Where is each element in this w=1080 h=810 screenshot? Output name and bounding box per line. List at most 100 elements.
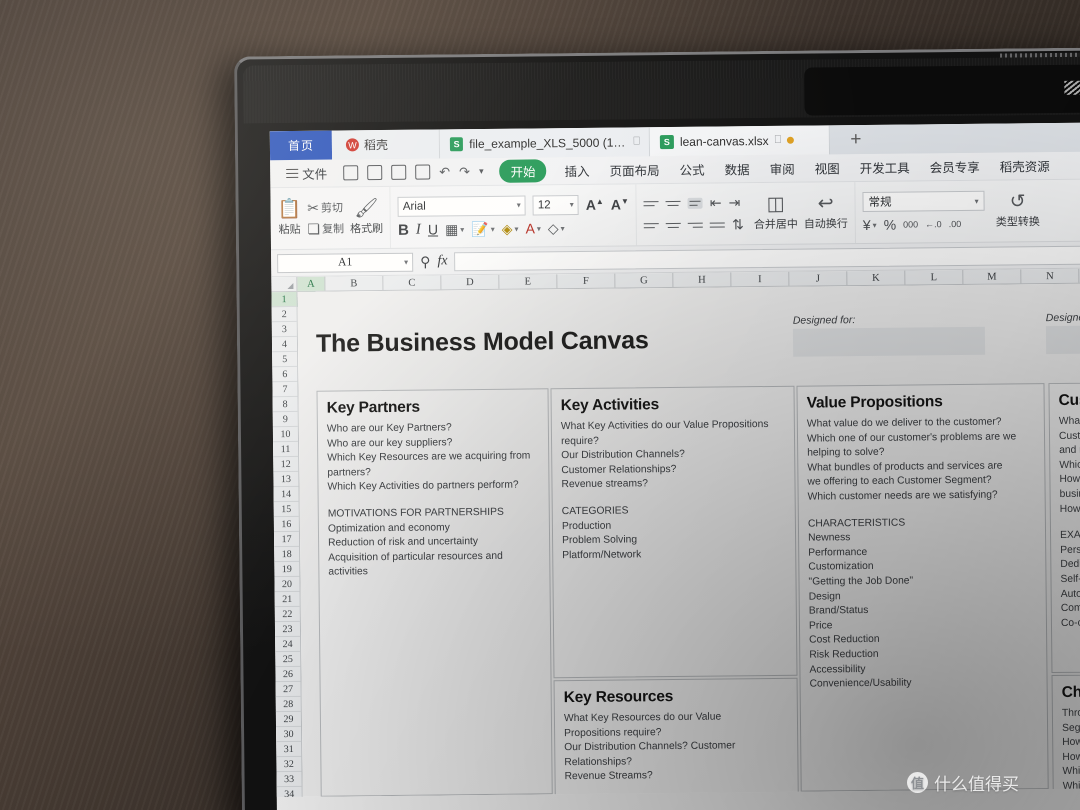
row-header-19[interactable]: 19 xyxy=(274,561,300,578)
font-color-icon[interactable]: A ▾ xyxy=(525,220,541,236)
file-menu-button[interactable]: 文件 xyxy=(278,164,335,184)
column-header-d[interactable]: D xyxy=(441,274,500,290)
row-header-10[interactable]: 10 xyxy=(272,426,299,443)
row-header-18[interactable]: 18 xyxy=(274,546,300,563)
tab-start[interactable]: 开始 xyxy=(499,159,547,183)
new-tab-button[interactable]: + xyxy=(829,124,883,155)
redo-icon[interactable]: ↷ xyxy=(459,164,470,180)
borders-icon[interactable]: ▦ ▾ xyxy=(445,221,464,238)
wrap-text-button[interactable]: ↩ 自动换行 xyxy=(804,193,848,231)
column-header-b[interactable]: B xyxy=(325,276,384,291)
increase-font-size-button[interactable]: A▲ xyxy=(586,196,604,212)
designed-by-input[interactable] xyxy=(1045,325,1080,355)
designed-for-input[interactable] xyxy=(792,326,986,357)
decrease-indent-icon[interactable]: ⇤ xyxy=(710,194,722,211)
undo-icon[interactable]: ↶ xyxy=(439,164,450,180)
row-header-21[interactable]: 21 xyxy=(274,591,300,608)
row-header-25[interactable]: 25 xyxy=(275,651,301,668)
tab-page-layout[interactable]: 页面布局 xyxy=(599,160,669,180)
row-header-32[interactable]: 32 xyxy=(276,756,302,773)
cut-button[interactable]: ✂ 剪切 xyxy=(307,199,344,216)
row-header-6[interactable]: 6 xyxy=(272,366,298,383)
monitor-icon[interactable]: ⎕ xyxy=(775,134,782,147)
column-header-j[interactable]: J xyxy=(789,271,848,286)
row-header-13[interactable]: 13 xyxy=(273,471,299,488)
column-header-i[interactable]: I xyxy=(731,271,790,287)
block-key-partners[interactable]: Key Partners Who are our Key Partners? Wh… xyxy=(316,388,553,797)
align-middle-icon[interactable] xyxy=(665,199,681,209)
row-header-29[interactable]: 29 xyxy=(275,711,302,728)
save-icon[interactable] xyxy=(343,165,359,181)
tab-developer[interactable]: 开发工具 xyxy=(850,157,920,177)
tab-member-exclusive[interactable]: 会员专享 xyxy=(920,157,990,177)
row-header-11[interactable]: 11 xyxy=(273,441,299,458)
column-header-h[interactable]: H xyxy=(673,272,732,287)
merge-center-button[interactable]: ◫ 合并居中 xyxy=(754,194,798,232)
copy-button[interactable]: ❏ 复制 xyxy=(307,220,344,237)
column-header-c[interactable]: C xyxy=(383,275,442,291)
percent-format-button[interactable]: % xyxy=(884,217,897,233)
row-header-3[interactable]: 3 xyxy=(271,321,297,338)
document-tab-1[interactable]: S file_example_XLS_5000 (1).xls ⎕ xyxy=(439,127,651,159)
column-header-k[interactable]: K xyxy=(847,270,906,286)
font-family-select[interactable]: Arial ▾ xyxy=(397,195,526,217)
row-header-17[interactable]: 17 xyxy=(273,531,300,548)
row-header-15[interactable]: 15 xyxy=(273,501,299,518)
bold-button[interactable]: B xyxy=(398,221,409,238)
row-header-34[interactable]: 34 xyxy=(276,786,302,798)
underline-button[interactable]: U xyxy=(428,221,438,237)
customize-qat-icon[interactable]: ▾ xyxy=(479,166,484,177)
fill-color-icon[interactable]: ◈ ▾ xyxy=(502,220,519,237)
row-header-22[interactable]: 22 xyxy=(274,606,300,623)
formula-input[interactable] xyxy=(454,244,1080,271)
row-header-2[interactable]: 2 xyxy=(271,306,297,323)
tab-formulas[interactable]: 公式 xyxy=(670,160,715,179)
row-header-24[interactable]: 24 xyxy=(275,636,301,653)
row-header-9[interactable]: 9 xyxy=(272,411,298,428)
tab-data[interactable]: 数据 xyxy=(715,159,760,178)
increase-indent-icon[interactable]: ⇥ xyxy=(729,194,741,211)
increase-decimal-button[interactable]: .00 xyxy=(949,219,962,229)
align-top-icon[interactable] xyxy=(643,199,659,209)
home-tab[interactable]: 首页 xyxy=(269,130,333,161)
align-bottom-icon[interactable] xyxy=(687,197,703,210)
tab-docker-resources[interactable]: 稻壳资源 xyxy=(990,156,1060,176)
type-convert-button[interactable]: ↺ 类型转换 xyxy=(996,191,1040,229)
font-size-select[interactable]: 12 ▾ xyxy=(532,194,579,215)
row-header-1[interactable]: 1 xyxy=(271,291,297,308)
align-right-icon[interactable] xyxy=(688,220,704,230)
format-painter-button[interactable]: 🖌 格式刷 xyxy=(350,198,383,236)
align-justify-icon[interactable] xyxy=(710,220,726,230)
column-header-n[interactable]: N xyxy=(1021,268,1080,284)
row-header-12[interactable]: 12 xyxy=(273,456,299,473)
row-header-8[interactable]: 8 xyxy=(272,396,298,413)
row-header-30[interactable]: 30 xyxy=(276,726,302,743)
row-header-7[interactable]: 7 xyxy=(272,381,298,398)
column-header-a[interactable]: A xyxy=(297,276,326,291)
row-header-16[interactable]: 16 xyxy=(273,516,299,533)
document-tab-2[interactable]: S lean-canvas.xlsx ⎕ xyxy=(649,125,831,157)
print-preview-icon[interactable] xyxy=(415,164,431,180)
cell-style-icon[interactable]: 📝 ▾ xyxy=(471,220,495,237)
decrease-decimal-button[interactable]: ←.0 xyxy=(925,219,942,229)
column-header-g[interactable]: G xyxy=(615,272,674,288)
docker-tab[interactable]: W 稻壳 xyxy=(331,129,441,160)
zoom-icon[interactable]: ⚲ xyxy=(420,253,430,270)
italic-button[interactable]: I xyxy=(416,221,421,238)
row-header-4[interactable]: 4 xyxy=(271,336,298,353)
column-header-m[interactable]: M xyxy=(963,269,1022,284)
tab-insert[interactable]: 插入 xyxy=(554,161,599,180)
print-icon[interactable] xyxy=(391,164,407,180)
block-value-propositions[interactable]: Value Propositions What value do we deli… xyxy=(796,383,1049,792)
align-center-icon[interactable] xyxy=(666,221,682,231)
row-header-20[interactable]: 20 xyxy=(274,576,300,593)
currency-format-button[interactable]: ¥ ▾ xyxy=(863,217,877,233)
block-customer-relationships[interactable]: Cus What t Custom and ma Which How ar busine H… xyxy=(1048,380,1080,674)
number-format-select[interactable]: 常规 ▾ xyxy=(862,190,985,213)
align-left-icon[interactable] xyxy=(644,221,660,231)
block-channels[interactable]: Cha Throu Segm How a How d Which Which xyxy=(1051,672,1080,797)
save-as-icon[interactable] xyxy=(367,165,383,181)
tab-view[interactable]: 视图 xyxy=(805,158,850,177)
comma-style-button[interactable]: 000 xyxy=(903,219,918,229)
row-header-31[interactable]: 31 xyxy=(276,741,302,758)
